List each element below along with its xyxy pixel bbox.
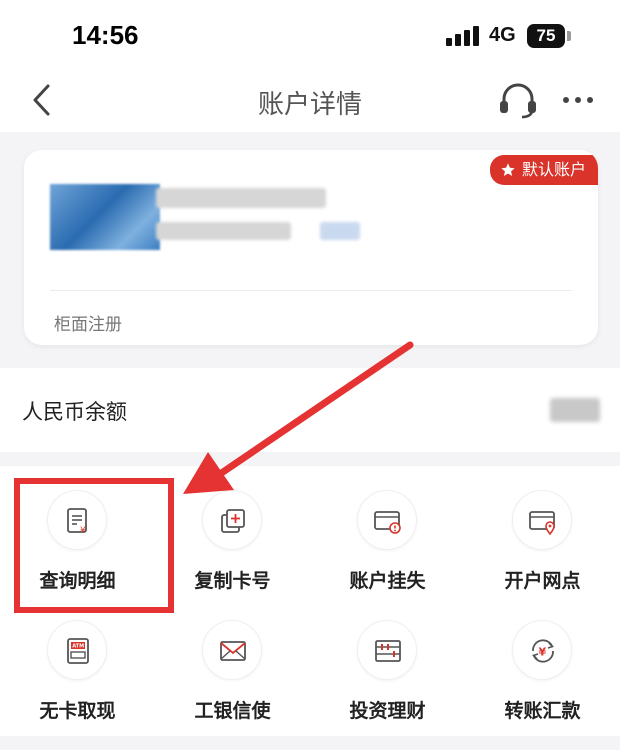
service-label: 无卡取现: [39, 700, 116, 722]
copy-card-icon: [202, 490, 262, 550]
network-type: 4G: [489, 24, 516, 46]
signal-icon: [446, 24, 482, 46]
transfer-icon: ¥: [512, 620, 572, 680]
more-button[interactable]: [558, 84, 598, 116]
service-report-loss[interactable]: 账户挂失: [310, 466, 465, 592]
service-label: 投资理财: [349, 700, 426, 722]
service-investment[interactable]: 投资理财: [310, 596, 465, 722]
card-divider: [50, 290, 572, 291]
svg-text:¥: ¥: [539, 646, 547, 659]
service-label: 复制卡号: [194, 570, 271, 592]
customer-service-button[interactable]: [496, 80, 540, 120]
atm-icon: ATM: [47, 620, 107, 680]
battery-tip: [567, 31, 571, 41]
service-label: 工银信使: [194, 700, 271, 722]
service-transfer[interactable]: ¥ 转账汇款: [465, 596, 620, 722]
default-account-label: 默认账户: [521, 160, 586, 179]
headset-icon: [500, 83, 536, 119]
service-copy-card-number[interactable]: 复制卡号: [155, 466, 310, 592]
balance-row[interactable]: 人民币余额: [0, 368, 620, 452]
account-number-masked: [156, 222, 291, 240]
service-label: 转账汇款: [504, 700, 581, 722]
service-icbc-messenger[interactable]: 工银信使: [155, 596, 310, 722]
status-time: 14:56: [72, 20, 139, 50]
rmb-balance-value-masked: [550, 398, 600, 422]
report-loss-icon: [357, 490, 417, 550]
status-bar: 14:56 4G 75: [0, 0, 620, 70]
service-label: 账户挂失: [349, 570, 426, 592]
service-branch-location[interactable]: 开户网点: [465, 466, 620, 592]
account-card[interactable]: 默认账户 柜面注册: [24, 150, 598, 345]
abacus-icon: [357, 620, 417, 680]
branch-location-icon: [512, 490, 572, 550]
service-cardless-withdrawal[interactable]: ATM 无卡取现: [0, 596, 155, 722]
account-tag-masked: [320, 222, 360, 240]
nav-bar: 账户详情: [0, 70, 620, 132]
service-label: 开户网点: [504, 570, 581, 592]
bank-card-thumbnail: [50, 184, 160, 250]
rmb-balance-label: 人民币余额: [22, 400, 127, 424]
envelope-icon: [202, 620, 262, 680]
highlight-box: [14, 478, 174, 613]
battery-icon: 75: [527, 24, 565, 48]
default-account-badge: 默认账户: [489, 155, 598, 185]
svg-text:ATM: ATM: [72, 644, 84, 650]
registration-channel: 柜面注册: [54, 315, 122, 335]
star-icon: [501, 163, 515, 176]
more-dots-icon: [563, 97, 593, 103]
account-name-masked: [156, 188, 326, 208]
